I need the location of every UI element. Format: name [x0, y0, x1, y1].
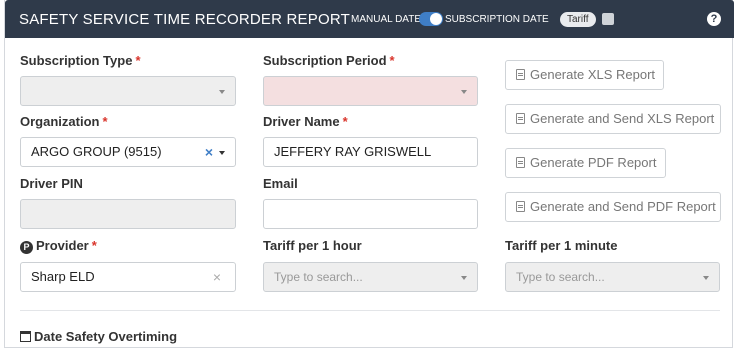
- organization-label: Organization *: [20, 114, 108, 129]
- tariff-badge: Tariff: [560, 12, 596, 27]
- file-pdf-icon: [516, 157, 525, 168]
- section-divider: [20, 310, 720, 311]
- caret-down-icon: [461, 276, 467, 280]
- driver-name-input[interactable]: JEFFERY RAY GRISWELL: [263, 137, 478, 167]
- clear-provider-icon[interactable]: ×: [213, 263, 221, 291]
- panel-header: SAFETY SERVICE TIME RECORDER REPORT MANU…: [5, 0, 734, 38]
- caret-down-icon: [461, 90, 467, 94]
- file-excel-icon: [516, 113, 525, 124]
- subscription-period-label: Subscription Period *: [263, 53, 395, 68]
- manual-date-label: MANUAL DATE: [351, 14, 422, 25]
- file-excel-icon: [516, 69, 525, 80]
- subscription-type-select[interactable]: [20, 76, 236, 106]
- driver-name-label: Driver Name *: [263, 114, 348, 129]
- driver-pin-label: Driver PIN: [20, 176, 83, 191]
- tariff-hour-select[interactable]: Type to search...: [263, 262, 478, 292]
- organization-select[interactable]: ARGO GROUP (9515) ×: [20, 137, 236, 167]
- page-title: SAFETY SERVICE TIME RECORDER REPORT: [19, 11, 350, 28]
- clear-organization-icon[interactable]: ×: [205, 138, 213, 166]
- date-mode-toggle[interactable]: [419, 12, 443, 26]
- subscription-type-label: Subscription Type *: [20, 53, 141, 68]
- generate-xls-button[interactable]: Generate XLS Report: [505, 60, 664, 90]
- provider-select[interactable]: Sharp ELD ×: [20, 262, 236, 292]
- date-section-title: Date Safety Overtiming: [20, 329, 177, 344]
- tariff-minute-label: Tariff per 1 minute: [505, 238, 618, 253]
- driver-pin-input[interactable]: [20, 199, 236, 229]
- tariff-hour-label: Tariff per 1 hour: [263, 238, 362, 253]
- provider-label: P Provider *: [20, 238, 97, 254]
- subscription-date-label: SUBSCRIPTION DATE: [445, 14, 549, 25]
- help-icon[interactable]: ?: [707, 12, 721, 26]
- email-input[interactable]: [263, 199, 478, 229]
- subscription-period-select[interactable]: [263, 76, 478, 106]
- calendar-icon: [20, 331, 31, 342]
- tariff-minute-select[interactable]: Type to search...: [505, 262, 720, 292]
- toggle-knob: [430, 13, 442, 25]
- email-label: Email: [263, 176, 298, 191]
- generate-pdf-button[interactable]: Generate PDF Report: [505, 148, 666, 178]
- generate-send-xls-button[interactable]: Generate and Send XLS Report: [505, 104, 721, 134]
- caret-down-icon: [219, 90, 225, 94]
- tariff-checkbox[interactable]: [602, 13, 614, 25]
- file-pdf-icon: [516, 201, 525, 212]
- provider-p-icon: P: [20, 241, 33, 254]
- caret-down-icon: [219, 151, 225, 155]
- generate-send-pdf-button[interactable]: Generate and Send PDF Report: [505, 192, 721, 222]
- report-panel: SAFETY SERVICE TIME RECORDER REPORT MANU…: [4, 0, 734, 348]
- caret-down-icon: [703, 276, 709, 280]
